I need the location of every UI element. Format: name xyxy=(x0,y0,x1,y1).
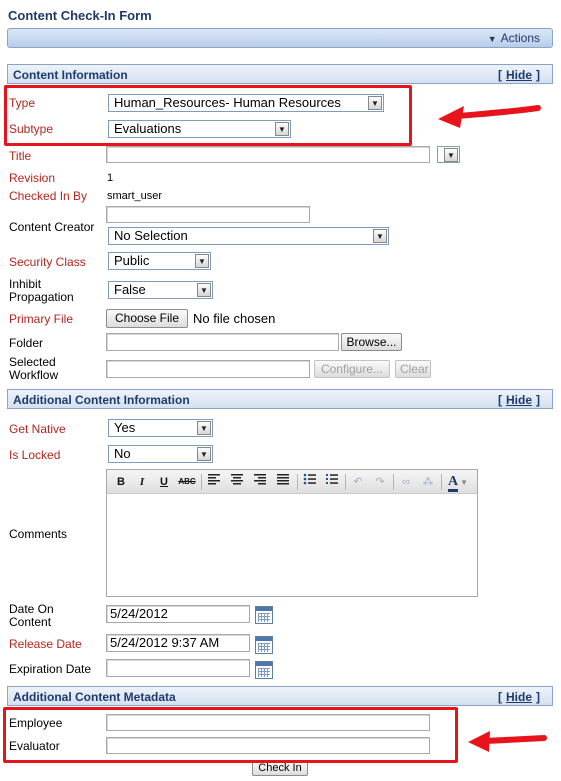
date-on-content-label: Date On Content xyxy=(9,603,54,629)
label-line: Propagation xyxy=(9,290,74,304)
revision-value: 1 xyxy=(107,172,114,184)
link-icon[interactable]: ∞ xyxy=(396,473,416,491)
content-creator-input[interactable] xyxy=(106,206,310,223)
toolbar-divider xyxy=(441,474,442,490)
section-title: Additional Content Metadata xyxy=(13,690,176,704)
release-date-input[interactable]: 5/24/2012 9:37 AM xyxy=(106,634,250,652)
section-title: Additional Content Information xyxy=(13,393,190,407)
annotation-arrow-icon xyxy=(438,105,541,128)
folder-label: Folder xyxy=(9,336,44,350)
italic-button[interactable]: I xyxy=(132,473,152,491)
expiration-date-input[interactable] xyxy=(106,659,250,677)
font-color-button[interactable]: A ▼ xyxy=(444,473,472,492)
browse-button[interactable]: Browse... xyxy=(341,333,402,351)
toolbar-divider xyxy=(393,474,394,490)
check-in-button[interactable]: Check In xyxy=(252,761,308,776)
configure-button[interactable]: Configure... xyxy=(314,360,390,378)
security-class-select-value: Public xyxy=(114,253,150,268)
page-title: Content Check-In Form xyxy=(8,8,152,23)
calendar-icon[interactable] xyxy=(255,661,273,679)
comments-editor[interactable]: B I U ABC ↶ ↷ ∞ ⁂ A ▼ xyxy=(106,469,478,597)
annotation-box-type-subtype xyxy=(4,85,412,146)
label-line: Content xyxy=(9,615,52,629)
chevron-down-icon: ▼ xyxy=(197,283,211,297)
folder-input[interactable] xyxy=(106,333,339,351)
annotation-arrow-icon xyxy=(468,731,547,752)
hide-toggle: [Hide] xyxy=(497,690,540,704)
bold-button[interactable]: B xyxy=(111,473,131,491)
file-status: No file chosen xyxy=(193,311,276,326)
editor-toolbar: B I U ABC ↶ ↷ ∞ ⁂ A ▼ xyxy=(107,470,477,494)
actions-menu[interactable]: ▼ Actions xyxy=(488,31,540,45)
section-header-additional-content-information: Additional Content Information [Hide] xyxy=(7,389,553,409)
revision-label: Revision xyxy=(9,171,56,185)
section-title: Content Information xyxy=(13,68,128,82)
calendar-icon[interactable] xyxy=(255,636,273,654)
undo-icon[interactable]: ↶ xyxy=(348,473,368,491)
chevron-down-icon: ▼ xyxy=(487,34,497,44)
underline-button[interactable]: U xyxy=(154,473,174,491)
is-locked-label: Is Locked xyxy=(9,448,61,462)
toolbar-divider xyxy=(345,474,346,490)
chevron-down-icon: ▼ xyxy=(195,254,209,268)
choose-file-button[interactable]: Choose File xyxy=(106,309,188,328)
calendar-icon[interactable] xyxy=(255,606,273,624)
chevron-down-icon: ▼ xyxy=(460,478,469,487)
title-label: Title xyxy=(9,149,32,163)
selected-workflow-label: Selected Workflow xyxy=(9,356,58,382)
release-date-label: Release Date xyxy=(9,637,82,651)
unlink-icon[interactable]: ⁂ xyxy=(418,473,438,491)
annotation-box-employee-evaluator xyxy=(3,707,458,763)
inhibit-propagation-select[interactable]: False ▼ xyxy=(108,281,213,299)
section-header-content-information: Content Information [Hide] xyxy=(7,64,553,84)
font-color-icon: A xyxy=(447,474,459,492)
security-class-select[interactable]: Public ▼ xyxy=(108,252,211,270)
align-left-icon[interactable] xyxy=(204,473,224,491)
is-locked-select[interactable]: No ▼ xyxy=(108,445,213,463)
hide-link[interactable]: Hide xyxy=(506,68,532,82)
get-native-select[interactable]: Yes ▼ xyxy=(108,419,213,437)
expiration-date-label: Expiration Date xyxy=(9,662,92,676)
bullet-list-icon[interactable] xyxy=(300,473,320,491)
inhibit-propagation-select-value: False xyxy=(114,282,146,297)
get-native-select-value: Yes xyxy=(114,420,136,435)
hide-toggle: [Hide] xyxy=(497,393,540,407)
toolbar-divider xyxy=(201,474,202,490)
date-on-content-input[interactable]: 5/24/2012 xyxy=(106,605,250,623)
title-options-select[interactable]: ▼ xyxy=(437,146,460,163)
align-center-icon[interactable] xyxy=(227,473,247,491)
content-creator-select[interactable]: No Selection ▼ xyxy=(108,227,389,245)
security-class-label: Security Class xyxy=(9,255,86,269)
toolbar-divider xyxy=(297,474,298,490)
action-bar: ▼ Actions xyxy=(7,28,553,48)
label-line: Workflow xyxy=(9,368,59,382)
hide-link[interactable]: Hide xyxy=(506,690,532,704)
hide-link[interactable]: Hide xyxy=(506,393,532,407)
align-justify-icon[interactable] xyxy=(273,473,293,491)
actions-label: Actions xyxy=(500,31,540,45)
primary-file-label: Primary File xyxy=(9,312,74,326)
chevron-down-icon: ▼ xyxy=(197,421,211,435)
hide-toggle: [Hide] xyxy=(497,68,540,82)
align-right-icon[interactable] xyxy=(250,473,270,491)
chevron-down-icon: ▼ xyxy=(444,148,458,162)
content-creator-select-value: No Selection xyxy=(114,228,188,243)
chevron-down-icon: ▼ xyxy=(197,447,211,461)
selected-workflow-input[interactable] xyxy=(106,360,310,378)
chevron-down-icon: ▼ xyxy=(373,229,387,243)
strikethrough-button[interactable]: ABC xyxy=(177,473,197,491)
is-locked-select-value: No xyxy=(114,446,131,461)
numbered-list-icon[interactable] xyxy=(322,473,342,491)
checked-in-by-value: smart_user xyxy=(107,190,163,202)
section-header-additional-content-metadata: Additional Content Metadata [Hide] xyxy=(7,686,553,706)
clear-button[interactable]: Clear xyxy=(395,360,431,378)
title-input[interactable] xyxy=(106,146,430,163)
checked-in-by-label: Checked In By xyxy=(9,189,88,203)
content-creator-label: Content Creator xyxy=(9,220,95,234)
redo-icon[interactable]: ↷ xyxy=(370,473,390,491)
comments-label: Comments xyxy=(9,527,68,541)
get-native-label: Get Native xyxy=(9,422,66,436)
inhibit-propagation-label: Inhibit Propagation xyxy=(9,278,74,304)
